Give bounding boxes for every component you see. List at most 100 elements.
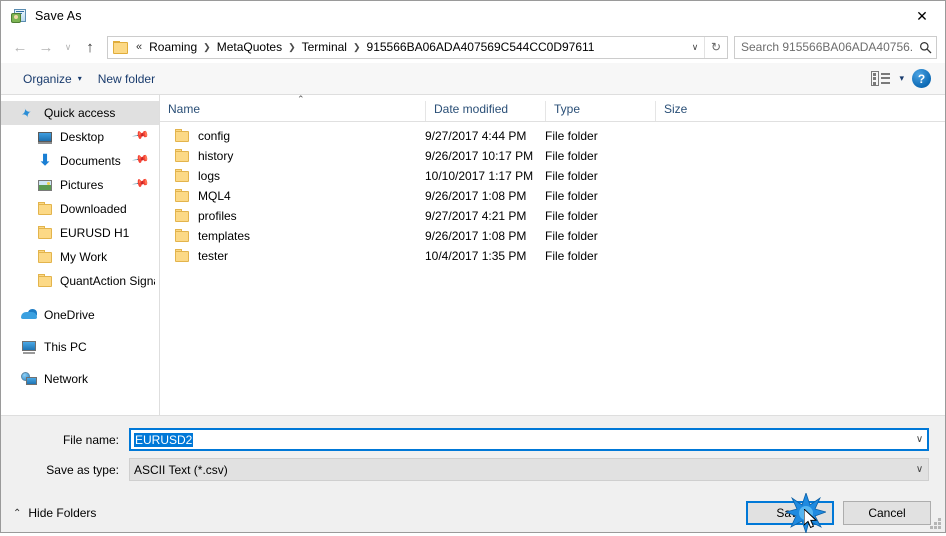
table-row[interactable]: MQL4 9/26/2017 1:08 PM File folder [160, 186, 945, 206]
address-bar[interactable]: « Roaming ❯ MetaQuotes ❯ Terminal ❯ 9155… [107, 35, 728, 59]
folder-icon [37, 273, 53, 289]
sidebar-item-label: QuantAction Signal [60, 274, 155, 288]
network-icon [21, 371, 37, 387]
title-bar: Save As ✕ [1, 1, 945, 31]
breadcrumb-item-guid[interactable]: 915566BA06ADA407569C544CC0D97611 [364, 38, 598, 56]
file-name-cell: profiles [160, 208, 425, 224]
save-as-type-value: ASCII Text (*.csv) [134, 462, 228, 477]
organize-button[interactable]: Organize ▾ [15, 68, 90, 90]
folder-icon [37, 201, 53, 217]
sidebar-item-quick-access[interactable]: ✦ Quick access [1, 101, 159, 125]
search-box[interactable]: Search 915566BA06ADA40756... [734, 35, 937, 59]
file-name-label: profiles [198, 209, 237, 223]
file-name-label: templates [198, 229, 251, 243]
save-button[interactable]: Save [746, 501, 834, 525]
folder-icon [37, 225, 53, 241]
column-header-type[interactable]: Type [545, 101, 655, 121]
sidebar-item-label: Network [44, 372, 89, 386]
pin-icon[interactable]: 📌 [132, 173, 157, 196]
resize-grip[interactable] [930, 518, 942, 530]
sidebar-item-documents[interactable]: ⬇ Documents 📌 [1, 149, 159, 173]
folder-icon [174, 168, 190, 184]
file-date-cell: 10/10/2017 1:17 PM [425, 169, 534, 183]
table-row[interactable]: config 9/27/2017 4:44 PM File folder [160, 126, 945, 146]
breadcrumb-item-terminal[interactable]: Terminal [299, 38, 350, 56]
help-icon[interactable]: ? [912, 69, 931, 88]
file-date-cell: 9/26/2017 1:08 PM [425, 189, 527, 203]
pictures-icon [37, 177, 53, 193]
sidebar-item-label: Documents [60, 154, 121, 168]
sidebar-item-label: My Work [60, 250, 108, 264]
breadcrumb-item-metaquotes[interactable]: MetaQuotes [214, 38, 285, 56]
new-folder-button[interactable]: New folder [90, 68, 163, 90]
organize-label: Organize [23, 71, 72, 86]
sidebar-item-quantaction-signal[interactable]: QuantAction Signal [1, 269, 159, 293]
file-name-input[interactable]: EURUSD2 [130, 432, 911, 447]
toolbar-right-group: ▾ ? [871, 69, 945, 88]
recent-locations-button[interactable]: ∨ [59, 34, 77, 60]
sidebar-item-pictures[interactable]: Pictures 📌 [1, 173, 159, 197]
sidebar-item-label: EURUSD H1 [60, 226, 130, 240]
breadcrumb-overflow-icon[interactable]: « [132, 41, 146, 53]
table-row[interactable]: history 9/26/2017 10:17 PM File folder [160, 146, 945, 166]
sidebar-item-desktop[interactable]: Desktop 📌 [1, 125, 159, 149]
table-row[interactable]: profiles 9/27/2017 4:21 PM File folder [160, 206, 945, 226]
address-bar-row: ← → ∨ ↑ « Roaming ❯ MetaQuotes ❯ Termina… [1, 31, 945, 63]
chevron-right-icon[interactable]: ❯ [350, 42, 364, 53]
dialog-footer: ⌃ Hide Folders Save Cancel [1, 491, 945, 535]
sidebar-item-my-work[interactable]: My Work [1, 245, 159, 269]
navigation-pane: ✦ Quick access Desktop 📌 ⬇ Documents 📌 P… [1, 95, 160, 415]
cancel-button[interactable]: Cancel [843, 501, 931, 525]
chevron-down-icon[interactable]: ∨ [911, 434, 928, 445]
dialog-body: ✦ Quick access Desktop 📌 ⬇ Documents 📌 P… [1, 95, 945, 415]
table-row[interactable]: templates 9/26/2017 1:08 PM File folder [160, 226, 945, 246]
save-form: File name: EURUSD2 ∨ Save as type: ASCII… [1, 415, 945, 494]
column-header-date-modified[interactable]: Date modified [425, 101, 545, 121]
sidebar-item-onedrive[interactable]: OneDrive [1, 303, 159, 327]
search-input[interactable]: Search 915566BA06ADA40756... [735, 40, 914, 54]
file-date-cell: 9/27/2017 4:21 PM [425, 209, 527, 223]
save-as-type-combobox[interactable]: ASCII Text (*.csv) ∨ [129, 458, 929, 481]
chevron-up-icon: ⌃ [13, 507, 22, 519]
chevron-right-icon[interactable]: ❯ [285, 42, 299, 53]
sidebar-item-this-pc[interactable]: This PC [1, 335, 159, 359]
file-list: config 9/27/2017 4:44 PM File folder his… [160, 122, 945, 415]
sidebar-item-eurusd-h1[interactable]: EURUSD H1 [1, 221, 159, 245]
folder-icon [174, 248, 190, 264]
chevron-down-icon[interactable]: ∨ [911, 464, 928, 475]
file-date-cell: 9/26/2017 10:17 PM [425, 149, 534, 163]
back-button[interactable]: ← [7, 34, 33, 60]
folder-icon [174, 208, 190, 224]
refresh-icon[interactable]: ↻ [704, 36, 727, 58]
pin-icon[interactable]: 📌 [132, 149, 157, 172]
close-icon[interactable]: ✕ [899, 1, 945, 31]
download-arrow-icon: ⬇ [38, 152, 52, 169]
sidebar-item-network[interactable]: Network [1, 367, 159, 391]
up-button[interactable]: ↑ [77, 34, 103, 60]
file-name-combobox[interactable]: EURUSD2 ∨ [129, 428, 929, 451]
chevron-down-icon[interactable]: ∨ [686, 37, 704, 58]
forward-button[interactable]: → [33, 34, 59, 60]
file-name-value: EURUSD2 [134, 432, 194, 447]
sidebar-item-downloaded[interactable]: Downloaded [1, 197, 159, 221]
table-row[interactable]: logs 10/10/2017 1:17 PM File folder [160, 166, 945, 186]
search-icon [914, 41, 936, 54]
breadcrumb-item-roaming[interactable]: Roaming [146, 38, 200, 56]
change-view-icon[interactable] [871, 70, 891, 87]
file-name-cell: config [160, 128, 425, 144]
file-name-cell: tester [160, 248, 425, 264]
hide-folders-button[interactable]: ⌃ Hide Folders [13, 506, 96, 520]
chevron-down-icon[interactable]: ▾ [899, 73, 904, 84]
chevron-right-icon[interactable]: ❯ [200, 42, 214, 53]
file-type-cell: File folder [545, 169, 598, 183]
file-type-cell: File folder [545, 249, 598, 263]
table-row[interactable]: tester 10/4/2017 1:35 PM File folder [160, 246, 945, 266]
sidebar-item-label: This PC [44, 340, 87, 354]
column-header-name[interactable]: Name [160, 101, 425, 121]
sidebar-item-label: Desktop [60, 130, 105, 144]
pin-icon[interactable]: 📌 [132, 125, 157, 148]
desktop-icon [37, 129, 53, 145]
sidebar-item-label: OneDrive [44, 308, 95, 322]
column-header-size[interactable]: Size [655, 101, 735, 121]
file-date-cell: 9/27/2017 4:44 PM [425, 129, 527, 143]
